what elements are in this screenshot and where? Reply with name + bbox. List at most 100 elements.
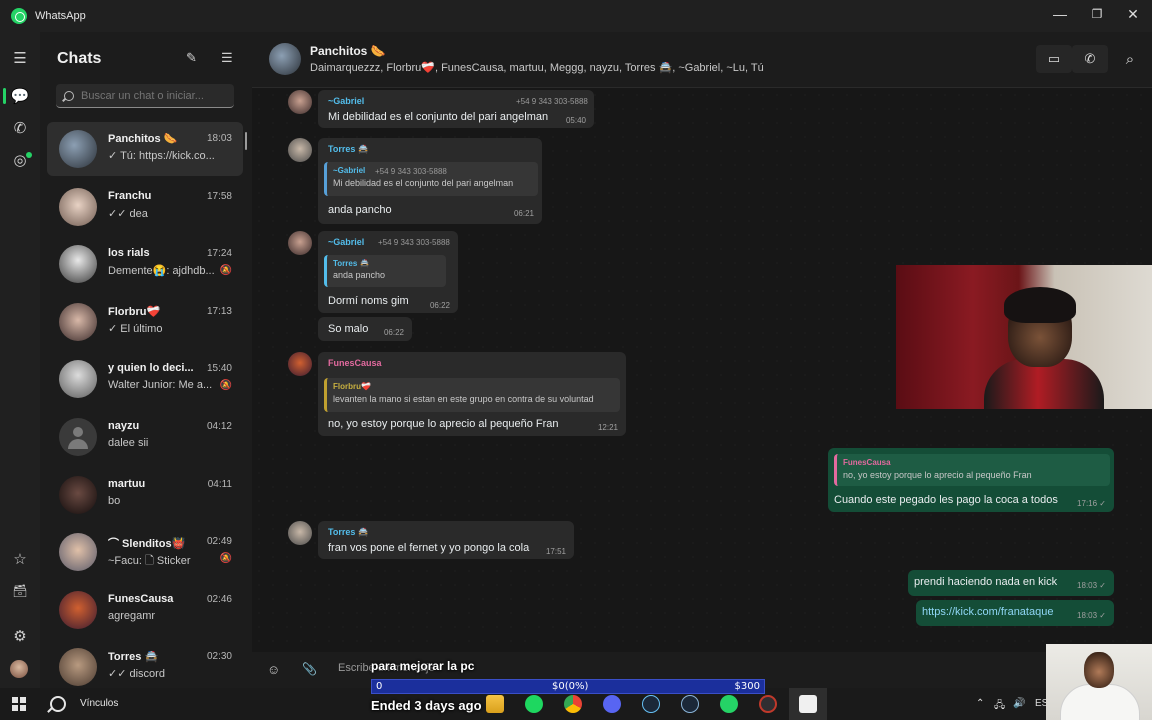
settings-icon[interactable]: ⚙: [10, 626, 30, 646]
taskbar-search-label[interactable]: Vínculos: [80, 698, 118, 709]
spotify-icon[interactable]: [525, 695, 543, 713]
chat-avatar: [59, 476, 97, 514]
message-time: 18:03 ✓: [1077, 611, 1106, 620]
quoted-message[interactable]: FunesCausa no, yo estoy porque lo apreci…: [834, 454, 1110, 486]
archive-icon[interactable]: 🗃: [10, 581, 30, 601]
message-bubble[interactable]: ~Gabriel +54 9 343 303-5888 Torres 🚔 and…: [318, 231, 458, 313]
chat-item-panchitos[interactable]: Panchitos 🌭 18:03 ✓ Tú: https://kick.co.…: [47, 122, 243, 176]
obs-icon[interactable]: [759, 695, 777, 713]
message-time: 06:22: [383, 328, 404, 337]
outgoing-message-bubble[interactable]: FunesCausa no, yo estoy porque lo apreci…: [828, 448, 1114, 512]
phone-icon: ✆: [1084, 51, 1096, 66]
sender-avatar[interactable]: [288, 352, 312, 376]
quoted-message[interactable]: Florbru❤️‍🩹 levanten la mano si estan en…: [324, 378, 620, 412]
chat-name: Torres 🚔: [108, 651, 159, 663]
chat-item-florbru[interactable]: Florbru❤️‍🩹 17:13 ✓ El último: [47, 295, 243, 349]
voice-call-button[interactable]: ✆: [1072, 45, 1108, 73]
search-messages-button[interactable]: ⌕: [1112, 45, 1148, 73]
sender-avatar[interactable]: [288, 521, 312, 545]
tray-overflow-icon[interactable]: ⌃: [976, 698, 984, 709]
quote-text: Mi debilidad es el conjunto del pari ang…: [333, 178, 514, 188]
search-icon[interactable]: [50, 696, 66, 712]
close-button[interactable]: ✕: [1115, 0, 1151, 28]
steam-alt-icon[interactable]: [681, 695, 699, 713]
message-bubble[interactable]: So malo 06:22: [318, 317, 412, 341]
chat-item-slenditos[interactable]: ⌒ Slenditos👹 02:49 ~Facu: 🗋 Sticker 🔕: [47, 525, 243, 579]
chrome-icon[interactable]: [564, 695, 582, 713]
chat-time: 17:13: [206, 306, 232, 317]
navigation-rail: ☰ 💬 ✆ ◎ ☆ 🗃 ⚙: [0, 32, 40, 688]
chat-item-martuu[interactable]: martuu 04:11 bo: [47, 468, 243, 522]
attach-icon[interactable]: 📎: [302, 662, 317, 676]
conversation-header[interactable]: Panchitos 🌭 Daimarquezzz, Florbru❤️‍🩹, F…: [252, 32, 1152, 88]
goal-ended-label: Ended 3 days ago: [371, 698, 482, 713]
chat-name: Panchitos 🌭: [108, 133, 178, 145]
chats-title: Chats: [57, 50, 102, 67]
quoted-message[interactable]: ~Gabriel +54 9 343 303-5888 Mi debilidad…: [324, 162, 538, 196]
message-text: Dormí noms gim: [328, 295, 409, 307]
message-time: 06:21: [513, 209, 534, 218]
calls-icon[interactable]: ✆: [10, 118, 30, 138]
message-time: 12:21: [597, 423, 618, 432]
group-members: Daimarquezzz, Florbru❤️‍🩹, FunesCausa, m…: [310, 62, 764, 74]
starred-icon[interactable]: ☆: [10, 549, 30, 569]
chat-name: martuu: [108, 478, 146, 490]
group-name[interactable]: Panchitos 🌭: [310, 44, 386, 58]
capcut-icon[interactable]: [799, 695, 817, 713]
chat-list-scrollbar[interactable]: [245, 132, 247, 150]
chat-item-y-quien-lo-decide[interactable]: y quien lo deci... 15:40 Walter Junior: …: [47, 352, 243, 406]
message-bubble[interactable]: FunesCausa Florbru❤️‍🩹 levanten la mano …: [318, 352, 626, 436]
message-text: prendi haciendo nada en kick: [914, 576, 1058, 588]
chat-time: 18:03: [206, 133, 232, 144]
menu-icon[interactable]: ☰: [10, 48, 30, 68]
sender-avatar[interactable]: [288, 138, 312, 162]
chats-icon[interactable]: 💬: [10, 86, 30, 106]
message-bubble[interactable]: Torres 🚔 fran vos pone el fernet y yo po…: [318, 521, 574, 559]
group-avatar[interactable]: [269, 43, 301, 75]
chat-preview: ✓ El último: [108, 323, 163, 335]
start-button[interactable]: [12, 697, 26, 711]
video-call-button[interactable]: ▭: [1036, 45, 1072, 73]
search-box[interactable]: [56, 84, 234, 108]
chat-avatar: [59, 130, 97, 168]
message-text: fran vos pone el fernet y yo pongo la co…: [328, 542, 530, 554]
outgoing-message-bubble[interactable]: https://kick.com/franataque 18:03 ✓: [916, 600, 1114, 626]
muted-icon: 🔕: [219, 553, 232, 564]
sender-phone: +54 9 343 303-5888: [516, 97, 588, 106]
chat-item-franchu[interactable]: Franchu 17:58 ✓✓ dea: [47, 180, 243, 234]
chat-item-torres[interactable]: Torres 🚔 02:30 ✓✓ discord: [47, 640, 243, 694]
chat-item-nayzu[interactable]: nayzu 04:12 dalee sii: [47, 410, 243, 464]
quote-sender: ~Gabriel: [333, 166, 366, 175]
volume-icon[interactable]: 🔊: [1013, 698, 1025, 709]
chat-preview: Walter Junior: Me a...: [108, 379, 213, 391]
message-text: So malo: [328, 323, 369, 335]
message-link[interactable]: https://kick.com/franataque: [922, 606, 1053, 618]
emoji-icon[interactable]: ☺: [267, 662, 280, 677]
chat-time: 02:30: [206, 651, 232, 662]
message-bubble[interactable]: ~Gabriel +54 9 343 303-5888 Mi debilidad…: [318, 90, 594, 128]
new-chat-icon[interactable]: ✎: [186, 50, 197, 66]
message-bubble[interactable]: Torres 🚔 ~Gabriel +54 9 343 303-5888 Mi …: [318, 138, 542, 224]
chat-item-funescausa[interactable]: FunesCausa 02:46 agregamr: [47, 583, 243, 637]
discord-icon[interactable]: [603, 695, 621, 713]
chat-time: 04:12: [206, 421, 232, 432]
streamer-webcam: [896, 265, 1152, 409]
sender-avatar[interactable]: [288, 90, 312, 114]
message-time: 06:22: [429, 301, 450, 310]
profile-avatar[interactable]: [10, 660, 28, 678]
network-icon[interactable]: 🖧: [994, 698, 1005, 715]
steam-icon[interactable]: [642, 695, 660, 713]
file-explorer-icon[interactable]: [486, 695, 504, 713]
message-time: 18:03 ✓: [1077, 581, 1106, 590]
maximize-button[interactable]: ❐: [1079, 0, 1115, 28]
title-bar: WhatsApp — ❐ ✕: [0, 0, 1152, 32]
chat-item-los-rials[interactable]: los rials 17:24 Demente😭: ajdhdb... 🔕: [47, 237, 243, 291]
sender-avatar[interactable]: [288, 231, 312, 255]
filter-icon[interactable]: ☰: [221, 50, 233, 66]
whatsapp-icon[interactable]: [720, 695, 738, 713]
quoted-message[interactable]: Torres 🚔 anda pancho: [324, 255, 446, 287]
chat-time: 17:24: [206, 248, 232, 259]
search-input[interactable]: [81, 89, 231, 102]
minimize-button[interactable]: —: [1042, 0, 1078, 28]
outgoing-message-bubble[interactable]: prendi haciendo nada en kick 18:03 ✓: [908, 570, 1114, 596]
